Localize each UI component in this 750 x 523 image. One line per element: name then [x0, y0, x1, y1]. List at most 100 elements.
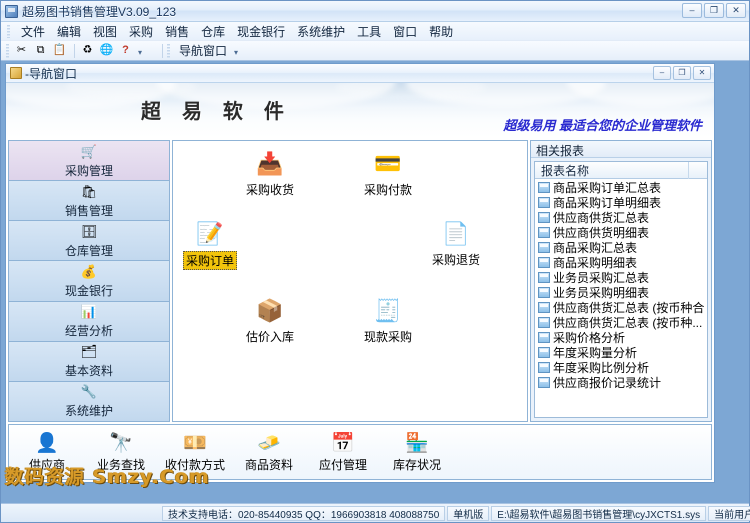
- menu-grip[interactable]: [7, 24, 10, 38]
- canvas-icon-estimated-instock[interactable]: 📦 估价入库: [235, 296, 305, 345]
- nav-toolbar-overflow-icon[interactable]: ▾: [232, 43, 240, 59]
- goods-data-icon: 🧈: [257, 432, 281, 454]
- status-support-phone: 技术支持电话：020-85440935 QQ：1966903818 408088…: [162, 505, 446, 521]
- canvas-icon-purchase-receive[interactable]: 📥 采购收货: [235, 149, 305, 198]
- report-list-item[interactable]: 业务员采购汇总表: [535, 270, 707, 285]
- report-icon: [538, 212, 550, 223]
- menu-item-cash-bank[interactable]: 现金银行: [231, 21, 291, 42]
- report-icon: [538, 347, 550, 358]
- report-list-item[interactable]: 采购价格分析: [535, 330, 707, 345]
- nav-toolbar-grip[interactable]: [167, 43, 170, 58]
- sidebar-item-cash-bank[interactable]: 💰 现金银行: [9, 261, 169, 302]
- tool-bar: ✂ ⧉ 📋 ♻ 🌐 ? ▾ 导航窗口 ▾: [1, 41, 749, 61]
- report-list-item[interactable]: 供应商报价记录统计: [535, 375, 707, 390]
- close-button[interactable]: ✕: [726, 3, 746, 18]
- toolbar-overflow-icon[interactable]: ▾: [136, 43, 144, 59]
- toolbar-separator-1: [74, 43, 75, 58]
- warehouse-icon: 🗄: [80, 223, 98, 239]
- report-icon: [538, 287, 550, 298]
- reports-column-header-name: 报表名称: [535, 162, 689, 179]
- module-icon-canvas: 📥 采购收货 💳 采购付款 📝 采购订单 📄 采购退货 📦 估价入库 🧾 现款采…: [172, 140, 528, 422]
- report-list-item[interactable]: 年度采购比例分析: [535, 360, 707, 375]
- bottom-item-payable-manage[interactable]: 📅 应付管理: [311, 431, 375, 473]
- report-list-item[interactable]: 商品采购汇总表: [535, 240, 707, 255]
- report-list-item[interactable]: 年度采购量分析: [535, 345, 707, 360]
- report-list-item[interactable]: 供应商供货汇总表 (按币种...: [535, 315, 707, 330]
- menu-item-file[interactable]: 文件: [15, 21, 51, 42]
- report-icon: [538, 332, 550, 343]
- bottom-item-label: 库存状况: [392, 458, 441, 472]
- nav-close-button[interactable]: ✕: [693, 66, 711, 80]
- navigation-window: -导航窗口 – ❐ ✕ 超 易 软 件 超级易用 最适合您的企业管理软件 🛒 采…: [5, 63, 715, 483]
- system-maintenance-icon: 🔧: [80, 384, 98, 400]
- sidebar-item-basic-data[interactable]: 🗂 基本资料: [9, 341, 169, 382]
- sidebar-item-label: 经营分析: [64, 324, 113, 339]
- minimize-button[interactable]: –: [682, 3, 702, 18]
- nav-minimize-button[interactable]: –: [653, 66, 671, 80]
- sidebar-item-label: 基本资料: [64, 364, 113, 379]
- menu-item-sales[interactable]: 销售: [159, 21, 195, 42]
- menu-item-help[interactable]: 帮助: [423, 21, 459, 42]
- canvas-icon-purchase-order[interactable]: 📝 采购订单: [175, 219, 245, 270]
- menu-item-window[interactable]: 窗口: [387, 21, 423, 42]
- report-list-item[interactable]: 商品采购订单汇总表: [535, 180, 707, 195]
- report-list-item[interactable]: 商品采购明细表: [535, 255, 707, 270]
- module-sidebar: 🛒 采购管理 🛍 销售管理 🗄 仓库管理 💰 现金银行 📊 经营分析 🗂 基本资…: [8, 140, 170, 422]
- menu-item-system[interactable]: 系统维护: [291, 21, 351, 42]
- canvas-icon-cash-purchase[interactable]: 🧾 现款采购: [353, 296, 423, 345]
- navigation-window-body: 超 易 软 件 超级易用 最适合您的企业管理软件 🛒 采购管理 🛍 销售管理 🗄…: [6, 83, 714, 482]
- canvas-icon-label: 采购订单: [182, 251, 237, 270]
- globe-icon[interactable]: 🌐: [98, 43, 115, 59]
- menu-item-purchase[interactable]: 采购: [123, 21, 159, 42]
- sidebar-item-warehouse[interactable]: 🗄 仓库管理: [9, 221, 169, 262]
- bottom-item-stock-status[interactable]: 🏪 库存状况: [385, 431, 449, 473]
- sidebar-item-sales[interactable]: 🛍 销售管理: [9, 181, 169, 222]
- report-label: 供应商报价记录统计: [553, 376, 662, 390]
- canvas-icon-purchase-payment[interactable]: 💳 采购付款: [353, 149, 423, 198]
- reports-list[interactable]: 商品采购订单汇总表 商品采购订单明细表 供应商供货汇总表 供应商供货明细表 商品…: [535, 179, 707, 417]
- report-icon: [538, 272, 550, 283]
- report-list-item[interactable]: 商品采购订单明细表: [535, 195, 707, 210]
- basic-data-icon: 🗂: [80, 344, 98, 360]
- canvas-icon-label: 现款采购: [363, 330, 412, 344]
- reports-table-header: 报表名称: [535, 162, 707, 179]
- nav-window-button[interactable]: 导航窗口: [174, 41, 232, 60]
- menu-item-tools[interactable]: 工具: [351, 21, 387, 42]
- main-application-window: 超易图书销售管理V3.09_123 – ❐ ✕ 文件 编辑 视图 采购 销售 仓…: [0, 0, 750, 523]
- menu-item-warehouse[interactable]: 仓库: [195, 21, 231, 42]
- window-title: 超易图书销售管理V3.09_123: [22, 4, 177, 19]
- canvas-icon-purchase-return[interactable]: 📄 采购退货: [421, 219, 491, 268]
- menu-item-edit[interactable]: 编辑: [51, 21, 87, 42]
- title-bar: 超易图书销售管理V3.09_123 – ❐ ✕: [1, 1, 749, 22]
- application-icon: [5, 4, 18, 18]
- sidebar-item-purchase[interactable]: 🛒 采购管理: [9, 141, 169, 182]
- brand-tagline: 超级易用 最适合您的企业管理软件: [503, 118, 702, 133]
- menu-item-view[interactable]: 视图: [87, 21, 123, 42]
- navigation-window-title: -导航窗口: [25, 66, 78, 81]
- paste-icon[interactable]: 📋: [51, 43, 68, 59]
- report-icon: [538, 377, 550, 388]
- maximize-button[interactable]: ❐: [704, 3, 724, 18]
- sales-icon: 🛍: [80, 183, 98, 199]
- refresh-icon[interactable]: ♻: [79, 43, 96, 59]
- report-list-item[interactable]: 供应商供货明细表: [535, 225, 707, 240]
- sidebar-item-label: 销售管理: [64, 203, 113, 218]
- sidebar-item-label: 现金银行: [64, 283, 113, 298]
- cut-icon[interactable]: ✂: [13, 43, 30, 59]
- canvas-icon-label: 采购付款: [363, 183, 412, 197]
- nav-restore-button[interactable]: ❐: [673, 66, 691, 80]
- sidebar-item-analysis[interactable]: 📊 经营分析: [9, 301, 169, 342]
- sidebar-item-system-maintenance[interactable]: 🔧 系统维护: [9, 381, 169, 421]
- report-list-item[interactable]: 供应商供货汇总表: [535, 210, 707, 225]
- cash-purchase-icon: 🧾: [374, 298, 402, 323]
- toolbar-grip[interactable]: [6, 43, 9, 58]
- sidebar-item-label: 系统维护: [64, 404, 113, 419]
- report-list-item[interactable]: 业务员采购明细表: [535, 285, 707, 300]
- brand-banner: 超 易 软 件 超级易用 最适合您的企业管理软件: [6, 83, 714, 138]
- report-icon: [538, 317, 550, 328]
- navigation-window-icon: [10, 67, 22, 79]
- help-icon[interactable]: ?: [117, 43, 134, 59]
- copy-icon[interactable]: ⧉: [32, 43, 49, 59]
- bottom-item-goods-data[interactable]: 🧈 商品资料: [237, 431, 301, 473]
- report-list-item[interactable]: 供应商供货汇总表 (按币种合 ...: [535, 300, 707, 315]
